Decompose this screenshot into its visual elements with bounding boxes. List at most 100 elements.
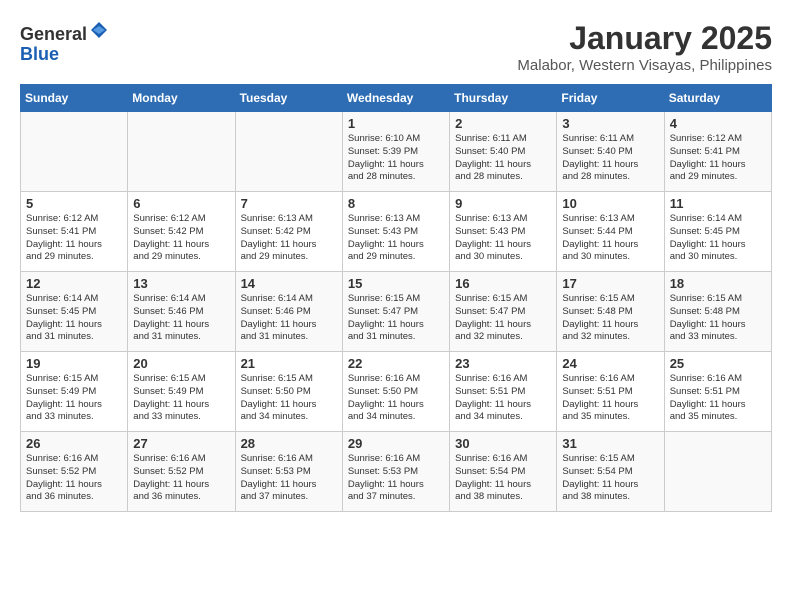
header-day-monday: Monday: [128, 85, 235, 112]
day-number: 26: [26, 436, 122, 451]
logo-blue: Blue: [20, 44, 59, 64]
day-number: 29: [348, 436, 444, 451]
header-row: SundayMondayTuesdayWednesdayThursdayFrid…: [21, 85, 772, 112]
day-number: 31: [562, 436, 658, 451]
calendar-cell: 23Sunrise: 6:16 AM Sunset: 5:51 PM Dayli…: [450, 352, 557, 432]
day-info: Sunrise: 6:13 AM Sunset: 5:43 PM Dayligh…: [455, 213, 551, 264]
week-row-1: 1Sunrise: 6:10 AM Sunset: 5:39 PM Daylig…: [21, 112, 772, 192]
calendar-cell: [21, 112, 128, 192]
calendar-cell: [235, 112, 342, 192]
header-day-sunday: Sunday: [21, 85, 128, 112]
day-info: Sunrise: 6:16 AM Sunset: 5:51 PM Dayligh…: [562, 373, 658, 424]
day-number: 18: [670, 276, 766, 291]
page-header: General Blue January 2025 Malabor, Weste…: [20, 20, 772, 74]
calendar-cell: 7 Sunrise: 6:13 AM Sunset: 5:42 PM Daylig…: [235, 192, 342, 272]
header-day-saturday: Saturday: [664, 85, 771, 112]
day-info: Sunrise: 6:16 AM Sunset: 5:50 PM Dayligh…: [348, 373, 444, 424]
calendar-cell: 18 Sunrise: 6:15 AM Sunset: 5:48 PM Dayli…: [664, 272, 771, 352]
day-info: Sunrise: 6:16 AM Sunset: 5:52 PM Dayligh…: [133, 453, 229, 504]
day-number: 30: [455, 436, 551, 451]
day-info: Sunrise: 6:13 AM Sunset: 5:44 PM Dayligh…: [562, 213, 658, 264]
day-info: Sunrise: 6:14 AM Sunset: 5:46 PM Dayligh…: [241, 293, 337, 344]
week-row-2: 5Sunrise: 6:12 AM Sunset: 5:41 PM Daylig…: [21, 192, 772, 272]
day-number: 8: [348, 196, 444, 211]
header-day-thursday: Thursday: [450, 85, 557, 112]
day-number: 11: [670, 196, 766, 211]
logo-general: General: [20, 24, 87, 44]
calendar-cell: 17 Sunrise: 6:15 AM Sunset: 5:48 PM Dayli…: [557, 272, 664, 352]
calendar-cell: 19Sunrise: 6:15 AM Sunset: 5:49 PM Dayli…: [21, 352, 128, 432]
day-info: Sunrise: 6:15 AM Sunset: 5:48 PM Dayligh…: [670, 293, 766, 344]
calendar-cell: 25Sunrise: 6:16 AM Sunset: 5:51 PM Dayli…: [664, 352, 771, 432]
day-number: 14: [241, 276, 337, 291]
day-number: 16: [455, 276, 551, 291]
day-number: 6: [133, 196, 229, 211]
calendar-cell: 9 Sunrise: 6:13 AM Sunset: 5:43 PM Daylig…: [450, 192, 557, 272]
logo: General Blue: [20, 20, 109, 65]
calendar-cell: 5Sunrise: 6:12 AM Sunset: 5:41 PM Daylig…: [21, 192, 128, 272]
day-info: Sunrise: 6:12 AM Sunset: 5:41 PM Dayligh…: [26, 213, 122, 264]
day-number: 13: [133, 276, 229, 291]
day-number: 17: [562, 276, 658, 291]
calendar-cell: 8Sunrise: 6:13 AM Sunset: 5:43 PM Daylig…: [342, 192, 449, 272]
header-day-wednesday: Wednesday: [342, 85, 449, 112]
day-info: Sunrise: 6:15 AM Sunset: 5:48 PM Dayligh…: [562, 293, 658, 344]
day-number: 27: [133, 436, 229, 451]
day-info: Sunrise: 6:12 AM Sunset: 5:41 PM Dayligh…: [670, 133, 766, 184]
calendar-cell: 30 Sunrise: 6:16 AM Sunset: 5:54 PM Dayli…: [450, 432, 557, 512]
day-info: Sunrise: 6:15 AM Sunset: 5:47 PM Dayligh…: [455, 293, 551, 344]
calendar-subtitle: Malabor, Western Visayas, Philippines: [517, 57, 772, 74]
day-info: Sunrise: 6:12 AM Sunset: 5:42 PM Dayligh…: [133, 213, 229, 264]
calendar-cell: 12 Sunrise: 6:14 AM Sunset: 5:45 PM Dayli…: [21, 272, 128, 352]
calendar-cell: 10 Sunrise: 6:13 AM Sunset: 5:44 PM Dayli…: [557, 192, 664, 272]
calendar-cell: 3Sunrise: 6:11 AM Sunset: 5:40 PM Daylig…: [557, 112, 664, 192]
calendar-cell: 31 Sunrise: 6:15 AM Sunset: 5:54 PM Dayli…: [557, 432, 664, 512]
day-number: 4: [670, 116, 766, 131]
calendar-cell: 2Sunrise: 6:11 AM Sunset: 5:40 PM Daylig…: [450, 112, 557, 192]
calendar-cell: 16 Sunrise: 6:15 AM Sunset: 5:47 PM Dayli…: [450, 272, 557, 352]
day-number: 15: [348, 276, 444, 291]
day-info: Sunrise: 6:11 AM Sunset: 5:40 PM Dayligh…: [455, 133, 551, 184]
calendar-title: January 2025: [517, 20, 772, 57]
calendar-cell: [664, 432, 771, 512]
calendar-cell: 24 Sunrise: 6:16 AM Sunset: 5:51 PM Dayli…: [557, 352, 664, 432]
day-info: Sunrise: 6:15 AM Sunset: 5:54 PM Dayligh…: [562, 453, 658, 504]
day-info: Sunrise: 6:16 AM Sunset: 5:53 PM Dayligh…: [348, 453, 444, 504]
day-info: Sunrise: 6:14 AM Sunset: 5:45 PM Dayligh…: [670, 213, 766, 264]
day-info: Sunrise: 6:15 AM Sunset: 5:50 PM Dayligh…: [241, 373, 337, 424]
calendar-cell: 29 Sunrise: 6:16 AM Sunset: 5:53 PM Dayli…: [342, 432, 449, 512]
day-info: Sunrise: 6:15 AM Sunset: 5:47 PM Dayligh…: [348, 293, 444, 344]
day-number: 24: [562, 356, 658, 371]
header-day-friday: Friday: [557, 85, 664, 112]
title-block: January 2025 Malabor, Western Visayas, P…: [517, 20, 772, 74]
day-info: Sunrise: 6:14 AM Sunset: 5:46 PM Dayligh…: [133, 293, 229, 344]
day-info: Sunrise: 6:16 AM Sunset: 5:54 PM Dayligh…: [455, 453, 551, 504]
logo-text: General Blue: [20, 20, 109, 65]
day-number: 28: [241, 436, 337, 451]
day-number: 21: [241, 356, 337, 371]
day-info: Sunrise: 6:11 AM Sunset: 5:40 PM Dayligh…: [562, 133, 658, 184]
week-row-5: 26 Sunrise: 6:16 AM Sunset: 5:52 PM Dayli…: [21, 432, 772, 512]
calendar-cell: 4 Sunrise: 6:12 AM Sunset: 5:41 PM Daylig…: [664, 112, 771, 192]
day-number: 1: [348, 116, 444, 131]
day-number: 10: [562, 196, 658, 211]
day-info: Sunrise: 6:14 AM Sunset: 5:45 PM Dayligh…: [26, 293, 122, 344]
header-day-tuesday: Tuesday: [235, 85, 342, 112]
calendar-cell: [128, 112, 235, 192]
day-number: 7: [241, 196, 337, 211]
calendar-header: SundayMondayTuesdayWednesdayThursdayFrid…: [21, 85, 772, 112]
calendar-cell: 28 Sunrise: 6:16 AM Sunset: 5:53 PM Dayli…: [235, 432, 342, 512]
day-info: Sunrise: 6:16 AM Sunset: 5:52 PM Dayligh…: [26, 453, 122, 504]
day-number: 12: [26, 276, 122, 291]
day-number: 9: [455, 196, 551, 211]
day-number: 22: [348, 356, 444, 371]
calendar-cell: 6 Sunrise: 6:12 AM Sunset: 5:42 PM Daylig…: [128, 192, 235, 272]
day-info: Sunrise: 6:16 AM Sunset: 5:51 PM Dayligh…: [670, 373, 766, 424]
week-row-4: 19Sunrise: 6:15 AM Sunset: 5:49 PM Dayli…: [21, 352, 772, 432]
day-info: Sunrise: 6:16 AM Sunset: 5:51 PM Dayligh…: [455, 373, 551, 424]
day-info: Sunrise: 6:13 AM Sunset: 5:42 PM Dayligh…: [241, 213, 337, 264]
calendar-cell: 27 Sunrise: 6:16 AM Sunset: 5:52 PM Dayli…: [128, 432, 235, 512]
calendar-cell: 11 Sunrise: 6:14 AM Sunset: 5:45 PM Dayli…: [664, 192, 771, 272]
day-info: Sunrise: 6:16 AM Sunset: 5:53 PM Dayligh…: [241, 453, 337, 504]
day-info: Sunrise: 6:15 AM Sunset: 5:49 PM Dayligh…: [133, 373, 229, 424]
